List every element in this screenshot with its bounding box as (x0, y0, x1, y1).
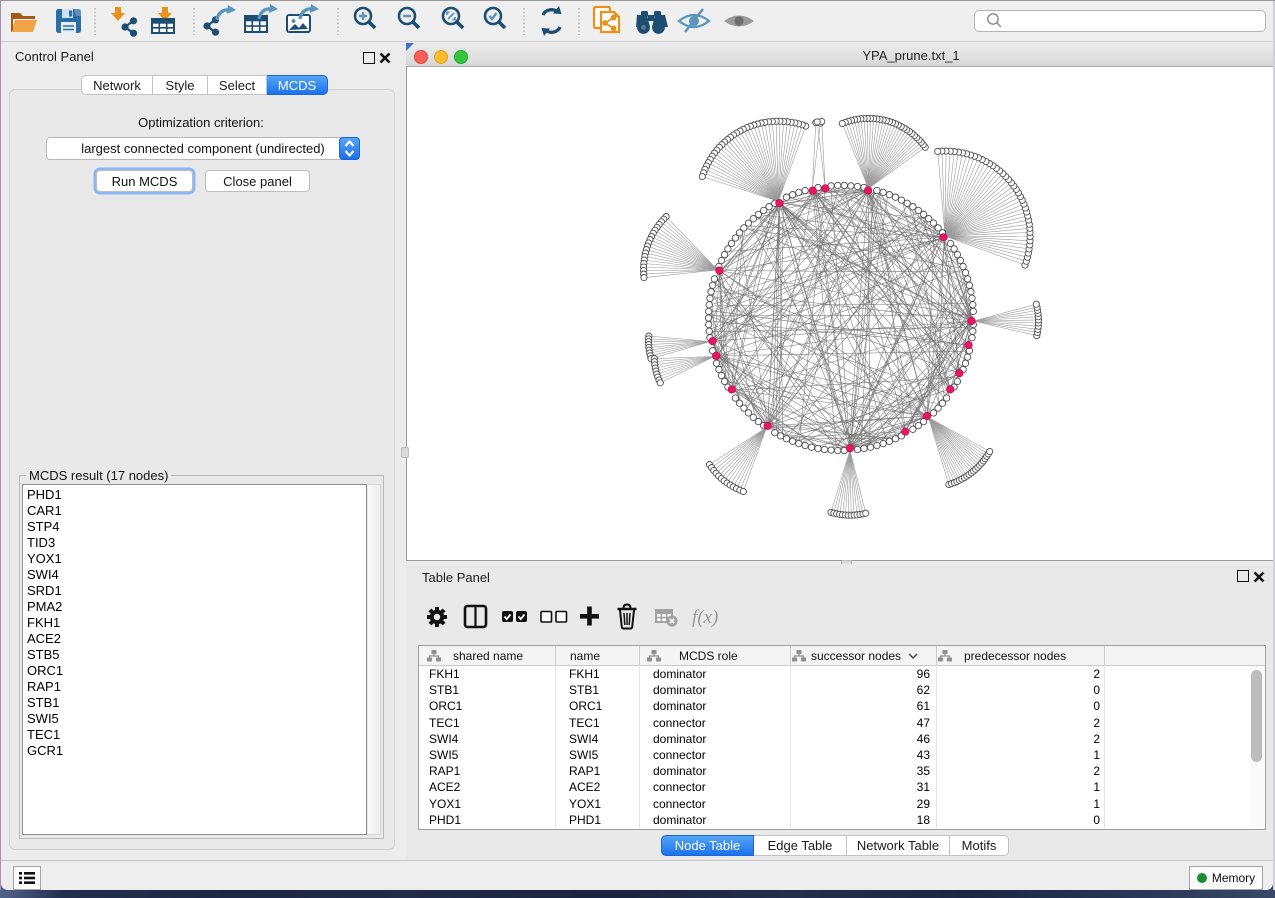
svg-text:f(x): f(x) (692, 607, 718, 628)
